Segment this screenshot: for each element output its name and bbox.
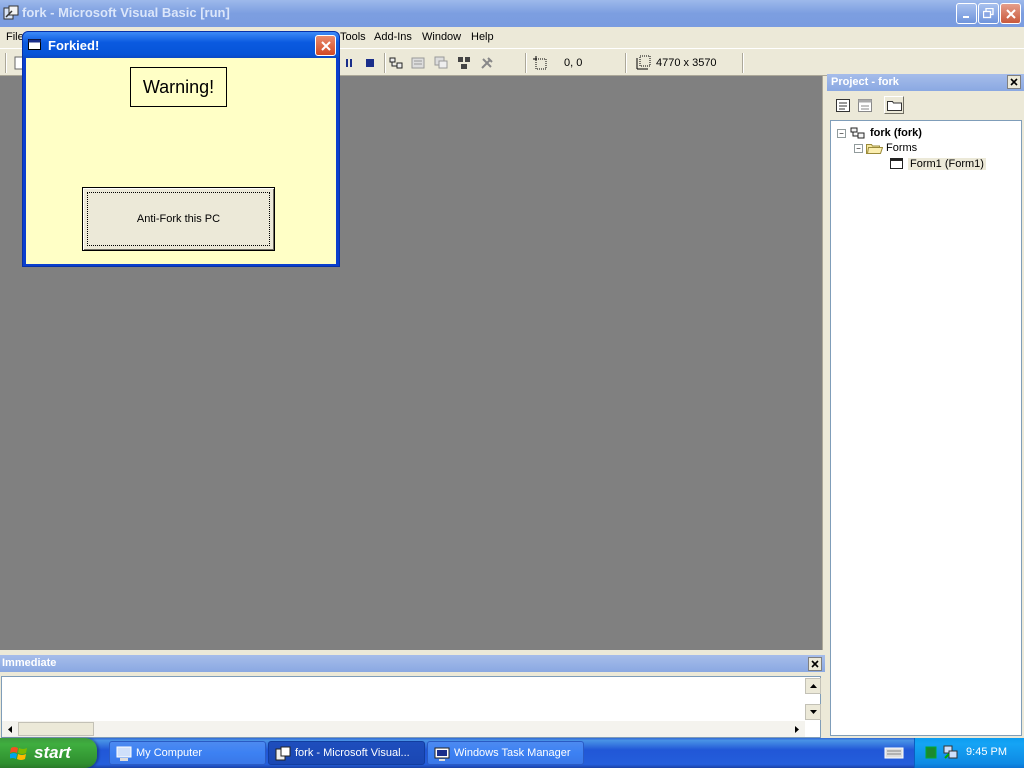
close-icon [811,660,819,668]
break-icon[interactable] [340,54,358,72]
close-icon [1010,78,1018,86]
toolbar-grip[interactable] [5,53,7,73]
restore-button[interactable] [978,3,999,24]
project-explorer-panel: Project - fork − fork (fork) − Forms For… [827,74,1024,738]
scroll-left-button[interactable] [2,721,18,737]
task-visual-basic[interactable]: fork - Microsoft Visual... [268,741,425,765]
start-button[interactable]: start [0,738,97,768]
size-icon [634,54,652,72]
close-button[interactable] [1000,3,1021,24]
folder-open-icon [866,144,883,154]
tree-label-project: fork (fork) [870,127,922,139]
tray-app-icon[interactable] [925,746,937,759]
close-icon [1005,8,1016,19]
form-layout-icon[interactable] [432,54,450,72]
menu-tools[interactable]: Tools [340,31,366,43]
arrow-down-icon [809,710,817,714]
folder-icon [886,101,902,111]
task-task-manager[interactable]: Windows Task Manager [427,741,584,765]
minimize-button[interactable] [956,3,977,24]
focus-rectangle [87,192,270,246]
anti-fork-button[interactable]: Anti-Fork this PC [82,187,275,251]
window-title: fork - Microsoft Visual Basic [run] [22,5,230,20]
dialog-title-bar[interactable]: Forkied! [23,32,339,58]
computer-icon [116,746,132,761]
immediate-text-area[interactable] [1,676,821,738]
arrow-up-icon [809,684,817,688]
task-manager-icon [434,747,450,761]
form-icon [28,39,41,50]
toggle-folders-button[interactable] [884,96,904,114]
immediate-title: Immediate [2,657,57,669]
project-explorer-icon[interactable] [387,54,405,72]
horizontal-scrollbar[interactable] [2,721,805,737]
scroll-up-button[interactable] [805,678,821,694]
immediate-header[interactable]: Immediate [0,655,825,672]
project-toolbar [827,92,1024,118]
project-panel-header[interactable]: Project - fork [827,74,1024,91]
clock[interactable]: 9:45 PM [966,746,1007,758]
dialog-close-button[interactable] [315,35,336,56]
scroll-right-button[interactable] [789,721,805,737]
minimize-icon [962,15,969,18]
object-browser-icon[interactable] [455,54,473,72]
arrow-right-icon [795,725,799,733]
tree-node-forms[interactable]: − Forms [854,142,917,154]
toolbar-separator [525,53,527,73]
vb-app-icon [275,746,291,761]
project-panel-close-button[interactable] [1007,75,1021,89]
dialog-client-area: Warning! Anti-Fork this PC [26,58,336,264]
tree-node-form1[interactable]: Form1 (Form1) [890,158,986,170]
position-icon [531,54,549,72]
immediate-close-button[interactable] [808,657,822,671]
menu-window[interactable]: Window [422,31,461,43]
properties-window-icon[interactable] [409,54,427,72]
system-tray: 9:45 PM [914,738,1024,768]
scroll-thumb[interactable] [18,722,94,736]
view-code-icon [836,98,850,112]
main-title-bar[interactable]: fork - Microsoft Visual Basic [run] [0,0,1024,27]
close-icon [320,40,331,51]
collapse-icon[interactable]: − [837,128,846,138]
tree-label-form1: Form1 (Form1) [908,158,986,170]
scroll-down-button[interactable] [805,704,821,720]
toolbar-separator [625,53,627,73]
position-readout: 0, 0 [564,57,583,69]
task-label: Windows Task Manager [454,747,571,759]
tree-node-project[interactable]: − fork (fork) [837,126,922,140]
dialog-title: Forkied! [48,38,100,53]
end-icon[interactable] [361,54,379,72]
warning-label: Warning! [130,67,227,107]
task-my-computer[interactable]: My Computer [109,741,266,765]
restore-icon [983,8,994,19]
immediate-window: Immediate [0,655,825,738]
toolbar-separator [742,53,744,73]
menu-addins[interactable]: Add-Ins [374,31,412,43]
network-icon[interactable] [943,745,959,760]
vb-app-icon[interactable] [3,5,19,21]
windows-logo-icon [10,747,27,760]
keyboard-icon[interactable] [884,746,904,760]
toolbar-separator [384,53,386,73]
project-icon [850,127,865,139]
view-code-button[interactable] [833,96,853,114]
taskbar: start My Computer fork - Microsoft Visua… [0,738,1024,768]
collapse-icon[interactable]: − [854,143,863,153]
view-object-button[interactable] [855,96,875,114]
start-label: start [34,743,71,762]
project-tree[interactable]: − fork (fork) − Forms Form1 (Form1) [830,120,1022,736]
forkied-dialog[interactable]: Forkied! Warning! Anti-Fork this PC [22,31,340,267]
form-icon [890,158,903,169]
menu-help[interactable]: Help [471,31,494,43]
arrow-left-icon [8,725,12,733]
view-object-icon [858,98,872,112]
tree-label-forms: Forms [886,142,918,154]
size-readout: 4770 x 3570 [656,57,717,69]
task-label: fork - Microsoft Visual... [295,747,410,759]
task-label: My Computer [136,747,203,759]
project-panel-title: Project - fork [831,76,899,88]
toolbox-icon[interactable] [478,54,496,72]
